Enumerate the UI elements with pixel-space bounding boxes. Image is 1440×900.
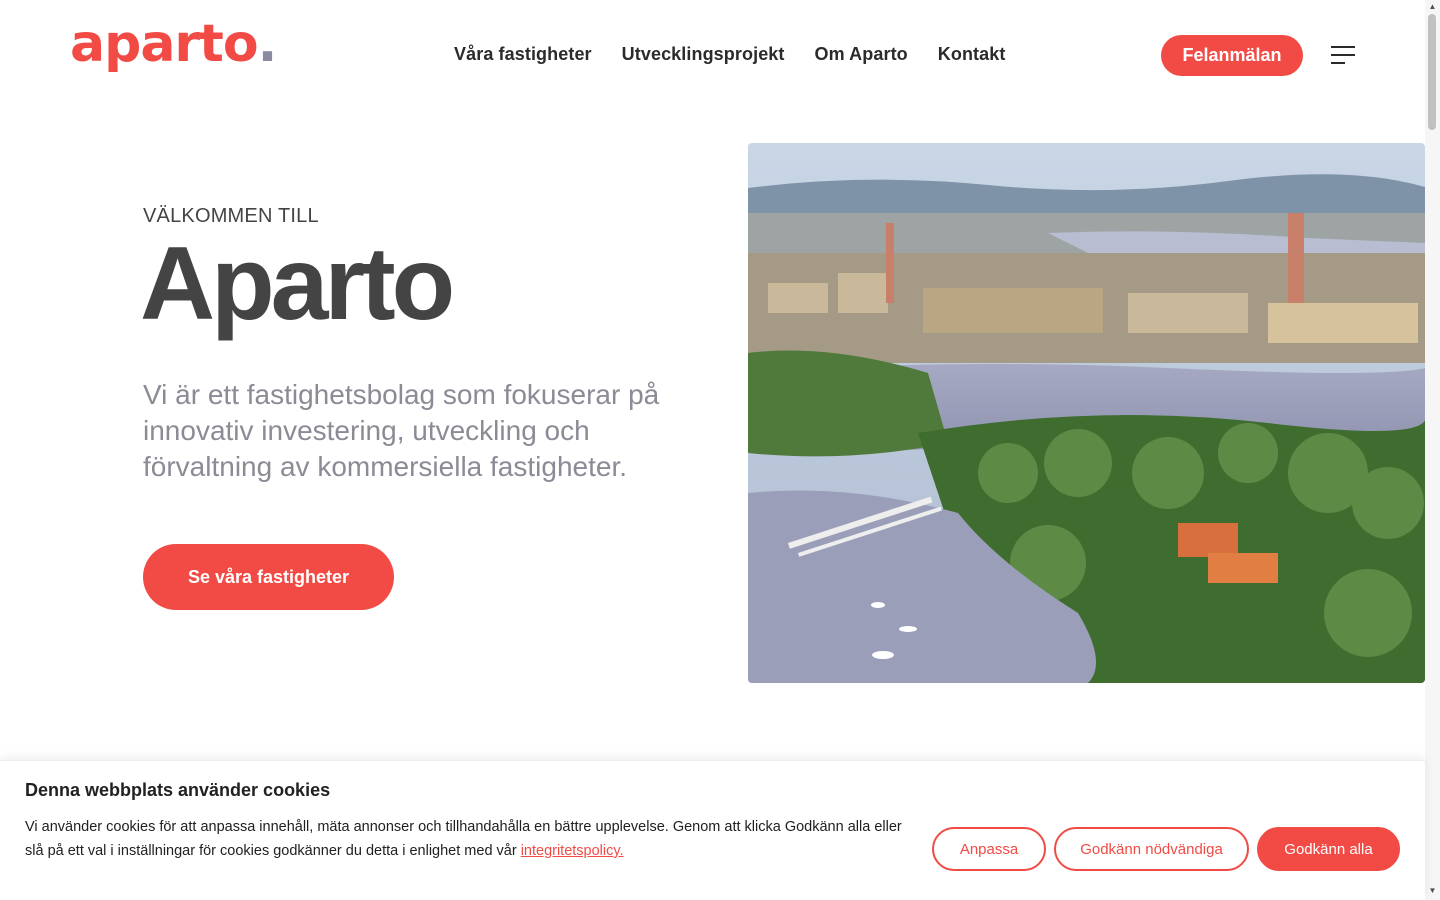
- hamburger-menu-icon[interactable]: [1331, 46, 1355, 64]
- customize-cookies-button[interactable]: Anpassa: [932, 827, 1046, 871]
- cookie-banner: Denna webbplats använder cookies Vi anvä…: [0, 760, 1425, 900]
- logo-dot: .: [257, 14, 278, 74]
- privacy-policy-link[interactable]: integritetspolicy.: [521, 843, 624, 859]
- nav-link-about[interactable]: Om Aparto: [815, 44, 908, 65]
- main-nav: Våra fastigheter Utvecklingsprojekt Om A…: [454, 44, 1005, 65]
- logo[interactable]: aparto.: [70, 18, 277, 70]
- nav-link-contact[interactable]: Kontakt: [938, 44, 1006, 65]
- nav-link-development-projects[interactable]: Utvecklingsprojekt: [622, 44, 785, 65]
- scrollbar-thumb[interactable]: [1428, 14, 1436, 130]
- nav-link-properties[interactable]: Våra fastigheter: [454, 44, 592, 65]
- cookie-banner-text: Vi använder cookies för att anpassa inne…: [25, 815, 915, 863]
- accept-necessary-cookies-button[interactable]: Godkänn nödvändiga: [1054, 827, 1249, 871]
- hero-eyebrow: VÄLKOMMEN TILL: [143, 205, 319, 227]
- scroll-down-arrow-icon[interactable]: ▼: [1428, 886, 1437, 895]
- report-fault-button[interactable]: Felanmälan: [1161, 35, 1303, 76]
- hero-description: Vi är ett fastighetsbolag som fokuserar …: [143, 379, 660, 482]
- cookie-description: Vi använder cookies för att anpassa inne…: [25, 819, 902, 859]
- page-scrollbar[interactable]: ▲ ▼: [1425, 0, 1440, 900]
- scroll-up-arrow-icon[interactable]: ▲: [1428, 2, 1437, 11]
- hero-city-image: [748, 143, 1425, 683]
- accept-all-cookies-button[interactable]: Godkänn alla: [1257, 827, 1400, 871]
- view-properties-button[interactable]: Se våra fastigheter: [143, 544, 394, 610]
- logo-text: aparto: [70, 14, 259, 74]
- cookie-banner-title: Denna webbplats använder cookies: [25, 780, 331, 800]
- hero-title: Aparto: [140, 226, 455, 342]
- site-header: aparto. Våra fastigheter Utvecklingsproj…: [0, 0, 1425, 112]
